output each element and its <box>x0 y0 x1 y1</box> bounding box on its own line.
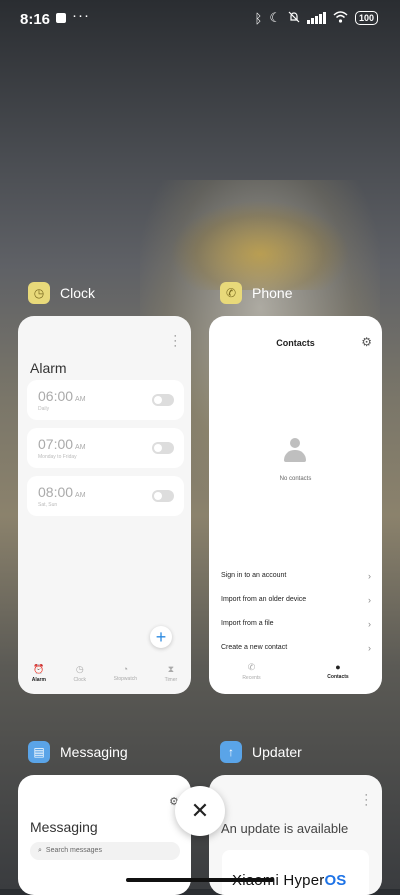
tab-alarm[interactable]: ⏰ Alarm <box>32 664 46 683</box>
tab-label: Clock <box>73 677 87 683</box>
menu-item-label: Import from a file <box>221 620 274 627</box>
notification-square-icon <box>56 13 66 23</box>
app-name: Clock <box>60 285 96 301</box>
tab-stopwatch[interactable]: ◔ Stopwatch <box>114 664 137 683</box>
clock-tab-bar: ⏰ Alarm ◷ Clock ◔ Stopwatch ⧗ Timer <box>18 664 191 683</box>
tab-recents[interactable]: ✆ Recents <box>242 662 260 681</box>
alarm-repeat: Monday to Friday <box>38 454 77 460</box>
alarm-ampm: AM <box>75 396 86 403</box>
tab-timer[interactable]: ⧗ Timer <box>165 664 178 683</box>
chevron-right-icon: › <box>368 571 371 581</box>
recent-card-messaging[interactable]: ⚙ Messaging ⌕ Search messages <box>18 775 191 895</box>
tab-label: Contacts <box>327 674 349 680</box>
battery-icon: 100 <box>354 11 378 25</box>
phone-app-icon: ✆ <box>220 282 242 304</box>
app-label-clock[interactable]: ◷ Clock <box>28 282 95 304</box>
alarm-time: 07:00 <box>38 436 74 452</box>
menu-item[interactable]: Sign in to an account › <box>221 571 371 581</box>
person-icon: ● <box>335 662 341 672</box>
page-title: An update is available <box>221 821 349 836</box>
search-input[interactable]: ⌕ Search messages <box>30 842 180 860</box>
alarm-item[interactable]: 08:00 AM Sat, Sun <box>27 476 184 516</box>
signal-icon <box>306 12 326 24</box>
update-banner: Xiaomi HyperOS <box>222 850 369 895</box>
alarm-clock-icon: ⏰ <box>33 664 45 674</box>
more-options-icon[interactable]: · · · <box>173 331 177 352</box>
close-all-button[interactable]: ✕ <box>175 786 225 836</box>
alarm-repeat: Sat, Sun <box>38 502 58 508</box>
app-name: Phone <box>252 285 293 301</box>
page-title: Alarm <box>30 360 67 376</box>
recent-card-updater[interactable]: · · · An update is available Xiaomi HyperO… <box>209 775 382 895</box>
page-title: Contacts <box>276 338 315 348</box>
tab-clock[interactable]: ◷ Clock <box>74 664 87 683</box>
menu-item[interactable]: Create a new contact › <box>221 643 371 653</box>
person-placeholder-icon <box>284 438 306 462</box>
phone-tab-bar: ✆ Recents ● Contacts <box>209 662 382 681</box>
recent-card-phone[interactable]: Contacts ⚙ No contacts Sign in to an acc… <box>209 316 382 694</box>
chevron-right-icon: › <box>368 595 371 605</box>
menu-item-label: Import from an older device <box>221 596 307 603</box>
settings-gear-icon[interactable]: ⚙ <box>361 335 372 349</box>
clock-icon: ◷ <box>75 664 84 674</box>
bluetooth-icon: ᛒ <box>254 10 263 26</box>
menu-item[interactable]: Import from an older device › <box>221 595 371 605</box>
tab-label: Timer <box>164 677 178 683</box>
phone-icon: ✆ <box>247 662 256 672</box>
status-bar: 8:16 ··· ᛒ ☾ 100 <box>0 0 400 36</box>
menu-item-label: Create a new contact <box>221 644 288 651</box>
status-time: 8:16 <box>20 11 51 28</box>
alarm-ampm: AM <box>75 444 86 451</box>
alarm-time: 06:00 <box>38 388 74 404</box>
alarm-ampm: AM <box>75 492 86 499</box>
alarm-toggle[interactable] <box>152 394 174 406</box>
alarm-toggle[interactable] <box>152 442 174 454</box>
hourglass-icon: ⧗ <box>167 664 175 674</box>
chevron-right-icon: › <box>368 643 371 653</box>
updater-app-icon: ↑ <box>220 741 242 763</box>
app-label-messaging[interactable]: ▤ Messaging <box>28 741 128 763</box>
clock-app-icon: ◷ <box>28 282 50 304</box>
stopwatch-icon: ◔ <box>122 664 129 674</box>
alarm-item[interactable]: 07:00 AM Monday to Friday <box>27 428 184 468</box>
more-options-icon[interactable]: · · · <box>364 790 368 811</box>
alarm-time: 08:00 <box>38 484 74 500</box>
add-alarm-button[interactable]: + <box>150 626 172 648</box>
tab-label: Recents <box>242 675 261 681</box>
alarm-item[interactable]: 06:00 AM Daily <box>27 380 184 420</box>
more-notifications-icon: ··· <box>72 7 90 24</box>
wallpaper-laurel <box>170 200 350 290</box>
empty-state-text: No contacts <box>279 476 312 482</box>
tab-contacts[interactable]: ● Contacts <box>327 662 348 681</box>
status-icons: ᛒ ☾ 100 <box>254 10 378 26</box>
alarm-toggle[interactable] <box>152 490 174 502</box>
moon-icon: ☾ <box>269 10 281 25</box>
menu-item[interactable]: Import from a file › <box>221 619 371 629</box>
app-label-phone[interactable]: ✆ Phone <box>220 282 292 304</box>
recent-card-clock[interactable]: · · · Alarm 06:00 AM Daily 07:00 AM Monday t… <box>18 316 191 694</box>
messaging-app-icon: ▤ <box>28 741 50 763</box>
bell-off-icon <box>288 11 300 26</box>
home-indicator[interactable] <box>126 878 274 882</box>
menu-item-label: Sign in to an account <box>221 572 287 579</box>
page-title: Messaging <box>30 819 98 835</box>
app-name: Messaging <box>60 744 128 760</box>
app-label-updater[interactable]: ↑ Updater <box>220 741 302 763</box>
wifi-icon <box>333 10 348 26</box>
app-name: Updater <box>252 744 302 760</box>
tab-label: Stopwatch <box>113 676 137 682</box>
alarm-repeat: Daily <box>38 406 50 412</box>
chevron-right-icon: › <box>368 619 371 629</box>
search-icon: ⌕ <box>38 847 42 854</box>
tab-label: Alarm <box>31 677 46 683</box>
search-placeholder: Search messages <box>45 847 102 854</box>
